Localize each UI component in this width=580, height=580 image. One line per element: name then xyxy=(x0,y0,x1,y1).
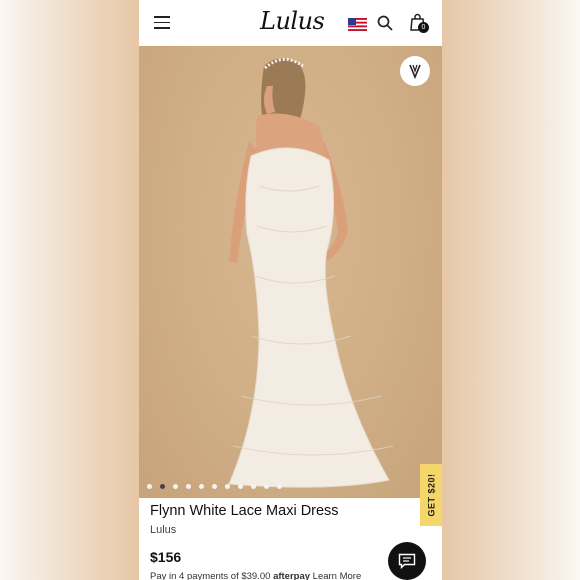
product-price: $156 xyxy=(150,549,182,565)
model-in-dress-image xyxy=(228,58,394,488)
hamburger-menu-icon[interactable] xyxy=(154,16,170,29)
installments-text: Pay in 4 payments of $39.00 xyxy=(150,571,271,580)
carousel-dot[interactable] xyxy=(238,484,243,489)
afterpay-logo: afterpay xyxy=(273,571,311,580)
favorite-button[interactable] xyxy=(400,56,430,86)
carousel-dot[interactable] xyxy=(225,484,230,489)
carousel-dot[interactable] xyxy=(212,484,217,489)
chat-button[interactable] xyxy=(388,542,426,580)
backdrop-right xyxy=(442,0,580,580)
installments-info: Pay in 4 payments of $39.00 afterpay Lea… xyxy=(150,571,361,580)
carousel-dot-active[interactable] xyxy=(160,484,165,489)
carousel-dot[interactable] xyxy=(173,484,178,489)
product-brand[interactable]: Lulus xyxy=(150,524,176,536)
chat-bubble-icon xyxy=(398,553,416,569)
carousel-dot[interactable] xyxy=(199,484,204,489)
promo-tab[interactable]: GET $20! xyxy=(420,464,442,526)
product-image[interactable] xyxy=(139,46,442,498)
cart-count-badge: 0 xyxy=(418,22,429,33)
carousel-dot[interactable] xyxy=(251,484,256,489)
promo-tab-label: GET $20! xyxy=(426,473,437,517)
us-flag-icon[interactable] xyxy=(348,18,367,31)
search-icon[interactable] xyxy=(377,15,393,31)
carousel-dot[interactable] xyxy=(186,484,191,489)
carousel-dot[interactable] xyxy=(147,484,152,489)
product-page: Lulus 0 GET $20! Flynn White Lace Maxi D… xyxy=(139,0,442,580)
carousel-dot[interactable] xyxy=(277,484,282,489)
heart-v-icon xyxy=(409,64,421,79)
carousel-dot[interactable] xyxy=(264,484,269,489)
learn-more-link[interactable]: Learn More xyxy=(313,571,362,580)
lulus-logo[interactable]: Lulus xyxy=(260,7,325,35)
carousel-dots xyxy=(147,484,282,489)
site-header: Lulus 0 xyxy=(139,0,442,46)
product-title: Flynn White Lace Maxi Dress xyxy=(150,503,339,519)
backdrop-left xyxy=(0,0,139,580)
